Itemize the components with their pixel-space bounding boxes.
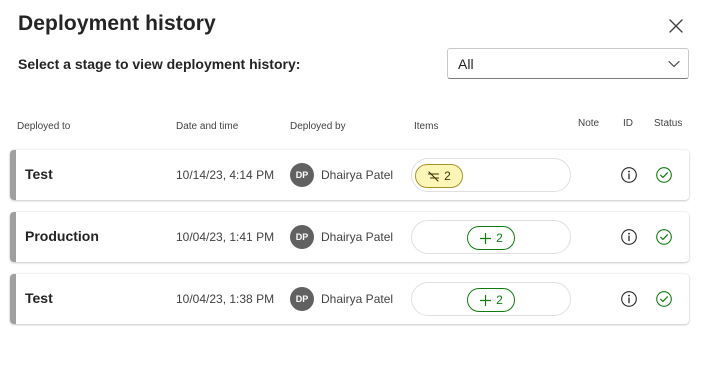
added-items-pill[interactable]: 2 <box>467 226 515 250</box>
row-deployed-by: Dhairya Patel <box>321 292 394 306</box>
added-items-count: 2 <box>496 293 503 307</box>
items-summary[interactable]: 2 <box>411 282 571 316</box>
column-header-deployed-to: Deployed to <box>17 121 71 132</box>
changed-items-pill[interactable]: 2 <box>415 164 463 188</box>
info-icon <box>621 291 637 307</box>
close-button[interactable] <box>664 14 688 38</box>
row-deployed-by: Dhairya Patel <box>321 230 394 244</box>
column-header-id: ID <box>623 118 633 129</box>
row-accent-bar <box>10 212 16 262</box>
avatar: DP <box>290 287 314 311</box>
stage-select-value: All <box>458 55 474 72</box>
stage-select-label: Select a stage to view deployment histor… <box>18 56 301 72</box>
status-success <box>655 228 673 246</box>
row-stage: Production <box>25 228 99 244</box>
changed-items-icon <box>428 170 440 182</box>
column-header-status: Status <box>654 118 683 129</box>
row-deployed-by: Dhairya Patel <box>321 168 394 182</box>
added-items-pill[interactable]: 2 <box>467 288 515 312</box>
column-header-items: Items <box>414 121 439 132</box>
stage-select-dropdown[interactable]: All <box>447 48 689 79</box>
deployment-id-info-button[interactable] <box>620 228 638 246</box>
added-items-count: 2 <box>496 231 503 245</box>
checkmark-circle-icon <box>656 167 672 183</box>
deployment-row[interactable]: Test 10/04/23, 1:38 PM DP Dhairya Patel … <box>10 274 689 324</box>
avatar: DP <box>290 225 314 249</box>
avatar: DP <box>290 163 314 187</box>
close-icon <box>669 19 683 33</box>
info-icon <box>621 167 637 183</box>
checkmark-circle-icon <box>656 229 672 245</box>
row-accent-bar <box>10 274 16 324</box>
column-header-date-time: Date and time <box>176 121 239 132</box>
info-icon <box>621 229 637 245</box>
items-summary[interactable]: 2 <box>411 220 571 254</box>
column-header-note: Note <box>578 118 600 129</box>
row-stage: Test <box>25 166 53 182</box>
add-icon <box>480 294 492 306</box>
row-accent-bar <box>10 150 16 200</box>
column-header-deployed-by: Deployed by <box>290 121 346 132</box>
status-success <box>655 290 673 308</box>
deployment-row[interactable]: Test 10/14/23, 4:14 PM DP Dhairya Patel … <box>10 150 689 200</box>
row-stage: Test <box>25 290 53 306</box>
status-success <box>655 166 673 184</box>
items-summary[interactable]: 2 <box>411 158 571 192</box>
deployment-id-info-button[interactable] <box>620 166 638 184</box>
changed-items-count: 2 <box>444 169 451 183</box>
deployment-id-info-button[interactable] <box>620 290 638 308</box>
row-date: 10/04/23, 1:38 PM <box>176 292 275 306</box>
dialog-title: Deployment history <box>18 12 216 35</box>
deployment-row[interactable]: Production 10/04/23, 1:41 PM DP Dhairya … <box>10 212 689 262</box>
row-date: 10/04/23, 1:41 PM <box>176 230 275 244</box>
chevron-down-icon <box>668 60 680 68</box>
row-date: 10/14/23, 4:14 PM <box>176 168 275 182</box>
add-icon <box>480 232 492 244</box>
checkmark-circle-icon <box>656 291 672 307</box>
